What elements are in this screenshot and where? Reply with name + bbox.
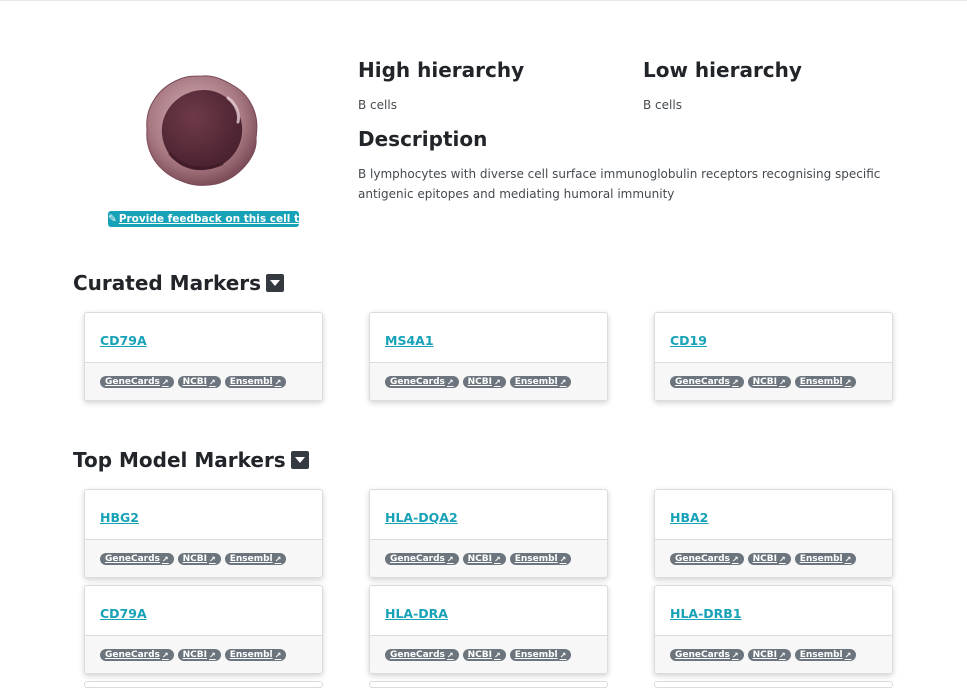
genecards-link[interactable]: GeneCards ↗ [100, 553, 174, 565]
high-hierarchy-title: High hierarchy [358, 58, 525, 82]
gene-link[interactable]: HLA-DRA [385, 606, 448, 621]
ensembl-link[interactable]: Ensembl ↗ [224, 553, 287, 565]
external-link-icon: ↗ [731, 554, 739, 564]
external-link-icon: ↗ [844, 377, 852, 387]
external-link-icon: ↗ [731, 377, 739, 387]
ncbi-link[interactable]: NCBI ↗ [177, 376, 221, 388]
external-link-icon: ↗ [446, 554, 454, 564]
low-hierarchy-value: B cells [643, 98, 682, 112]
external-link-icon: ↗ [493, 377, 501, 387]
ncbi-link[interactable]: NCBI ↗ [462, 553, 506, 565]
marker-card: HLA-DRB1 GeneCards ↗ NCBI ↗ Ensembl ↗ [654, 585, 893, 674]
marker-card-partial [654, 681, 893, 688]
marker-card: HLA-DRA GeneCards ↗ NCBI ↗ Ensembl ↗ [369, 585, 608, 674]
ensembl-link[interactable]: Ensembl ↗ [224, 649, 287, 661]
external-link-icon: ↗ [208, 377, 216, 387]
ensembl-link[interactable]: Ensembl ↗ [509, 649, 572, 661]
ncbi-link[interactable]: NCBI ↗ [747, 649, 791, 661]
ensembl-link[interactable]: Ensembl ↗ [224, 376, 287, 388]
curated-collapse-toggle[interactable] [266, 274, 285, 292]
genecards-link[interactable]: GeneCards ↗ [670, 376, 744, 388]
external-link-icon: ↗ [778, 554, 786, 564]
external-link-icon: ↗ [446, 650, 454, 660]
genecards-link[interactable]: GeneCards ↗ [385, 553, 459, 565]
genecards-link[interactable]: GeneCards ↗ [385, 376, 459, 388]
ncbi-link[interactable]: NCBI ↗ [177, 649, 221, 661]
ensembl-link[interactable]: Ensembl ↗ [794, 649, 857, 661]
curated-markers-heading: Curated Markers [73, 271, 285, 295]
top-model-markers-title: Top Model Markers [73, 448, 286, 472]
external-link-icon: ↗ [493, 554, 501, 564]
feedback-label: Provide feedback on this cell type [118, 213, 321, 225]
genecards-link[interactable]: GeneCards ↗ [670, 553, 744, 565]
description-text: B lymphocytes with diverse cell surface … [358, 167, 881, 201]
gene-link[interactable]: HBA2 [670, 510, 708, 525]
genecards-link[interactable]: GeneCards ↗ [385, 649, 459, 661]
external-link-icon: ↗ [493, 650, 501, 660]
external-link-icon: ↗ [844, 650, 852, 660]
pencil-icon: ✎ [108, 213, 117, 225]
marker-card-partial [84, 681, 323, 688]
marker-card: CD79A GeneCards ↗ NCBI ↗ Ensembl ↗ [84, 312, 323, 401]
top-divider [0, 0, 967, 1]
gene-link[interactable]: MS4A1 [385, 333, 434, 348]
b-cell-illustration [146, 75, 258, 186]
external-link-icon: ↗ [161, 377, 169, 387]
external-link-icon: ↗ [274, 554, 282, 564]
marker-card: HLA-DQA2 GeneCards ↗ NCBI ↗ Ensembl ↗ [369, 489, 608, 578]
gene-link[interactable]: HLA-DQA2 [385, 510, 458, 525]
external-link-icon: ↗ [208, 554, 216, 564]
ncbi-link[interactable]: NCBI ↗ [747, 376, 791, 388]
external-link-icon: ↗ [274, 650, 282, 660]
ncbi-link[interactable]: NCBI ↗ [462, 376, 506, 388]
gene-link[interactable]: CD79A [100, 333, 147, 348]
ensembl-link[interactable]: Ensembl ↗ [794, 376, 857, 388]
external-link-icon: ↗ [161, 650, 169, 660]
ensembl-link[interactable]: Ensembl ↗ [794, 553, 857, 565]
ncbi-link[interactable]: NCBI ↗ [462, 649, 506, 661]
ensembl-link[interactable]: Ensembl ↗ [509, 553, 572, 565]
genecards-link[interactable]: GeneCards ↗ [100, 649, 174, 661]
external-link-icon: ↗ [559, 554, 567, 564]
gene-link[interactable]: HBG2 [100, 510, 139, 525]
marker-card: MS4A1 GeneCards ↗ NCBI ↗ Ensembl ↗ [369, 312, 608, 401]
ensembl-link[interactable]: Ensembl ↗ [509, 376, 572, 388]
external-link-icon: ↗ [208, 650, 216, 660]
external-link-icon: ↗ [778, 650, 786, 660]
high-hierarchy-value: B cells [358, 98, 397, 112]
marker-card: HBA2 GeneCards ↗ NCBI ↗ Ensembl ↗ [654, 489, 893, 578]
ncbi-link[interactable]: NCBI ↗ [747, 553, 791, 565]
top-model-markers-heading: Top Model Markers [73, 448, 309, 472]
ncbi-link[interactable]: NCBI ↗ [177, 553, 221, 565]
external-link-icon: ↗ [559, 377, 567, 387]
genecards-link[interactable]: GeneCards ↗ [670, 649, 744, 661]
external-link-icon: ↗ [778, 377, 786, 387]
external-link-icon: ↗ [559, 650, 567, 660]
top-model-collapse-toggle[interactable] [290, 451, 309, 469]
external-link-icon: ↗ [731, 650, 739, 660]
marker-card-partial [369, 681, 608, 688]
external-link-icon: ↗ [274, 377, 282, 387]
gene-link[interactable]: HLA-DRB1 [670, 606, 742, 621]
genecards-link[interactable]: GeneCards ↗ [100, 376, 174, 388]
marker-card: CD19 GeneCards ↗ NCBI ↗ Ensembl ↗ [654, 312, 893, 401]
description-title: Description [358, 127, 488, 151]
external-link-icon: ↗ [844, 554, 852, 564]
gene-link[interactable]: CD19 [670, 333, 707, 348]
marker-card: CD79A GeneCards ↗ NCBI ↗ Ensembl ↗ [84, 585, 323, 674]
external-link-icon: ↗ [446, 377, 454, 387]
curated-markers-title: Curated Markers [73, 271, 262, 295]
feedback-button[interactable]: ✎ Provide feedback on this cell type [108, 211, 320, 227]
gene-link[interactable]: CD79A [100, 606, 147, 621]
external-link-icon: ↗ [161, 554, 169, 564]
marker-card: HBG2 GeneCards ↗ NCBI ↗ Ensembl ↗ [84, 489, 323, 578]
low-hierarchy-title: Low hierarchy [643, 58, 802, 82]
